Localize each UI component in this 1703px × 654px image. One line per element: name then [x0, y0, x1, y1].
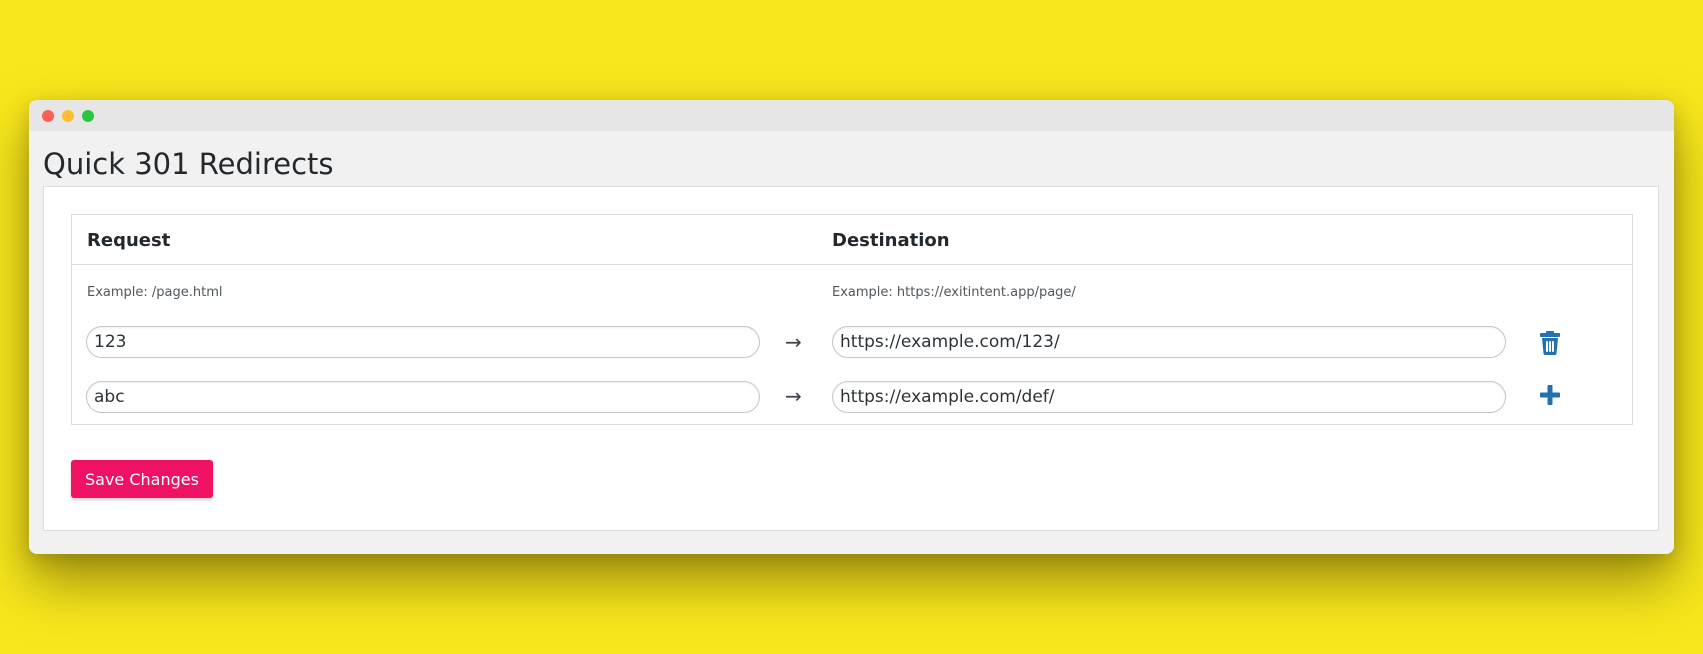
column-header-destination: Destination	[832, 230, 950, 251]
minimize-window-button[interactable]	[62, 110, 74, 122]
add-redirect-button[interactable]	[1535, 380, 1565, 410]
redirect-arrow-row-1: →	[785, 330, 802, 354]
request-input-row-1[interactable]	[86, 326, 760, 358]
trash-icon	[1540, 331, 1560, 355]
column-header-request: Request	[87, 230, 171, 251]
window-titlebar	[29, 100, 1674, 131]
request-example-hint: Example: /page.html	[87, 285, 223, 300]
close-window-button[interactable]	[42, 110, 54, 122]
browser-window: Quick 301 Redirects Request Destination …	[29, 100, 1674, 554]
destination-input-row-2[interactable]	[832, 381, 1506, 413]
maximize-window-button[interactable]	[82, 110, 94, 122]
settings-panel: Request Destination Example: /page.html …	[43, 186, 1659, 531]
destination-example-hint: Example: https://exitintent.app/page/	[832, 285, 1076, 300]
destination-input-row-1[interactable]	[832, 326, 1506, 358]
delete-redirect-button[interactable]	[1535, 328, 1565, 358]
save-changes-button[interactable]: Save Changes	[71, 460, 213, 498]
request-input-row-2[interactable]	[86, 381, 760, 413]
page-title: Quick 301 Redirects	[43, 147, 334, 181]
redirect-arrow-row-2: →	[785, 384, 802, 408]
redirects-table: Request Destination Example: /page.html …	[71, 214, 1633, 425]
plus-icon	[1540, 385, 1560, 405]
table-header: Request Destination	[72, 215, 1632, 265]
